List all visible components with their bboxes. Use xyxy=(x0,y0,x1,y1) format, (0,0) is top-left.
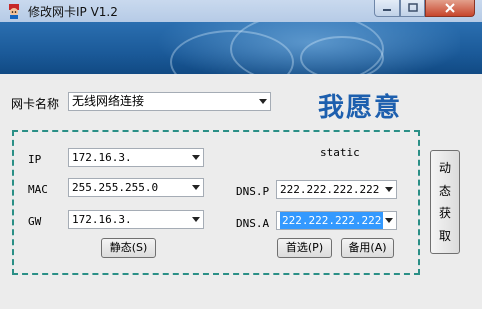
chevron-down-icon xyxy=(259,99,267,104)
chevron-down-icon xyxy=(385,187,393,192)
slogan-text: 我愿意 xyxy=(318,93,403,123)
dns-primary-combo[interactable]: 222.222.222.222 xyxy=(276,180,397,199)
mac-value: 255.255.255.0 xyxy=(72,181,159,194)
gw-value: 172.16.3. xyxy=(72,213,132,226)
header-banner xyxy=(0,22,482,74)
gw-label: GW xyxy=(28,215,42,228)
chevron-down-icon xyxy=(192,217,200,222)
mac-combo[interactable]: 255.255.255.0 xyxy=(68,178,204,197)
window-title: 修改网卡IP V1.2 xyxy=(28,5,118,19)
maximize-button[interactable] xyxy=(400,0,425,17)
main-panel: 网卡名称 无线网络连接 我愿意 IP 172.16.3. MAC 255.255… xyxy=(6,74,476,309)
close-button[interactable] xyxy=(425,0,475,17)
dns-alternate-combo[interactable]: 222.222.222.222 xyxy=(276,211,397,230)
maximize-icon xyxy=(407,3,418,12)
ip-label: IP xyxy=(28,153,42,166)
mac-label: MAC xyxy=(28,183,48,196)
nic-label: 网卡名称 xyxy=(11,97,60,111)
dynamic-acquire-button[interactable]: 动 态 获 取 xyxy=(430,150,460,254)
dns-primary-value: 222.222.222.222 xyxy=(280,183,380,196)
dynamic-button-char: 取 xyxy=(438,228,451,243)
ip-value: 172.16.3. xyxy=(72,151,132,164)
dynamic-button-char: 获 xyxy=(438,206,451,221)
dns-alternate-label: DNS.A xyxy=(236,217,270,230)
ip-combo[interactable]: 172.16.3. xyxy=(68,148,204,167)
close-icon xyxy=(445,3,455,13)
dynamic-button-char: 动 xyxy=(438,161,451,176)
chevron-down-icon xyxy=(192,185,200,190)
minimize-button[interactable] xyxy=(374,0,400,17)
chevron-down-icon xyxy=(385,218,393,223)
dns-primary-label: DNS.P xyxy=(236,185,270,198)
nic-select-value: 无线网络连接 xyxy=(72,94,145,108)
title-bar[interactable]: 修改网卡IP V1.2 xyxy=(0,0,482,23)
nic-select[interactable]: 无线网络连接 xyxy=(68,92,271,111)
alternate-button[interactable]: 备用(A) xyxy=(341,238,394,258)
dynamic-button-char: 态 xyxy=(438,183,451,198)
gw-combo[interactable]: 172.16.3. xyxy=(68,210,204,229)
app-icon xyxy=(6,3,22,19)
preferred-button[interactable]: 首选(P) xyxy=(277,238,332,258)
chevron-down-icon xyxy=(192,155,200,160)
minimize-icon xyxy=(383,9,391,11)
static-button[interactable]: 静态(S) xyxy=(101,238,156,258)
dns-alternate-value: 222.222.222.222 xyxy=(280,212,384,229)
mode-status: static xyxy=(320,146,360,159)
